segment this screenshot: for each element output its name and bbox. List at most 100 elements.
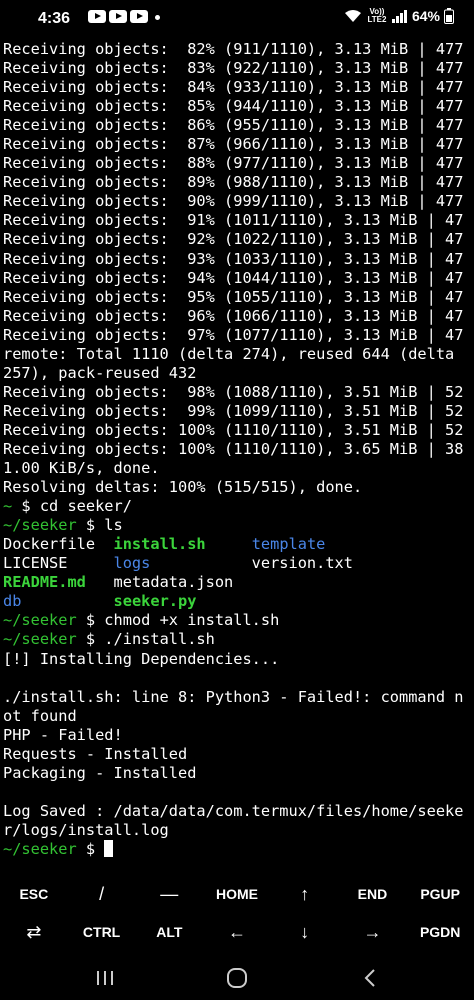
terminal-text: Receiving objects: 83% (922/1110), 3.13 … (3, 59, 464, 78)
prompt-path: ~/seeker (3, 630, 86, 649)
extra-keys-row-1: ESC / — HOME ↑ END PGUP (0, 875, 474, 913)
key-up-arrow[interactable]: ↑ (271, 875, 339, 913)
terminal-line: Receiving objects: 85% (944/1110), 3.13 … (3, 97, 471, 116)
recents-icon[interactable] (90, 966, 120, 990)
terminal-line: Requests - Installed (3, 745, 471, 764)
terminal-text: $ chmod +x install.sh (85, 611, 280, 630)
terminal-text: version.txt (150, 554, 353, 573)
terminal-line: Receiving objects: 99% (1099/1110), 3.51… (3, 402, 471, 421)
back-icon[interactable] (355, 966, 385, 990)
key-end[interactable]: END (339, 875, 407, 913)
terminal-text: Receiving objects: 86% (955/1110), 3.13 … (3, 116, 464, 135)
terminal-line: Receiving objects: 95% (1055/1110), 3.13… (3, 288, 471, 307)
terminal-text: Dockerfile (3, 535, 114, 554)
terminal-line: ~/seeker $ chmod +x install.sh (3, 611, 471, 630)
terminal-line: Receiving objects: 100% (1110/1110), 3.6… (3, 440, 471, 459)
navigation-bar (0, 958, 474, 1000)
terminal-text: README.md (3, 573, 86, 592)
terminal-line: Packaging - Installed (3, 764, 471, 783)
terminal-line: Receiving objects: 83% (922/1110), 3.13 … (3, 59, 471, 78)
terminal-line: Log Saved : /data/data/com.termux/files/… (3, 802, 471, 821)
terminal-text: $ cd seeker/ (21, 497, 132, 516)
terminal-text: Receiving objects: 98% (1088/1110), 3.51… (3, 382, 464, 401)
terminal-line: Receiving objects: 87% (966/1110), 3.13 … (3, 135, 471, 154)
extra-keys-bar: ESC / — HOME ↑ END PGUP ⇄ CTRL ALT ← ↓ → PGDN (0, 875, 474, 955)
status-bar: 4:36 Vo)) LTE2 64% (0, 0, 474, 38)
terminal-line: ~/seeker $ ls (3, 516, 471, 535)
terminal-line: Receiving objects: 88% (977/1110), 3.13 … (3, 154, 471, 173)
network-type-label: Vo)) LTE2 (367, 7, 387, 24)
terminal-text: $ ls (85, 516, 123, 535)
terminal-line: remote: Total 1110 (delta 274), reused 6… (3, 345, 471, 364)
terminal-line: Receiving objects: 91% (1011/1110), 3.13… (3, 211, 471, 230)
terminal-line: 257), pack-reused 432 (3, 364, 471, 383)
key-home[interactable]: HOME (203, 875, 271, 913)
terminal-text: [!] Installing Dependencies... (3, 649, 280, 668)
terminal-line: [!] Installing Dependencies... (3, 650, 471, 669)
key-ctrl[interactable]: CTRL (68, 913, 136, 951)
terminal-line: 1.00 KiB/s, done. (3, 459, 471, 478)
terminal-text: logs (113, 554, 151, 573)
terminal-line: ~ $ cd seeker/ (3, 497, 471, 516)
key-slash[interactable]: / (68, 875, 136, 913)
home-icon[interactable] (222, 966, 252, 990)
terminal-text: ./install.sh: line 8: Python3 - Failed!:… (3, 687, 464, 706)
terminal-text: Receiving objects: 94% (1044/1110), 3.13… (3, 268, 464, 287)
status-time: 4:36 (38, 10, 71, 27)
terminal-text: Receiving objects: 99% (1099/1110), 3.51… (3, 401, 464, 420)
terminal-text: Receiving objects: 92% (1022/1110), 3.13… (3, 230, 464, 249)
terminal-cursor (104, 839, 114, 857)
terminal-text: Receiving objects: 87% (966/1110), 3.13 … (3, 135, 464, 154)
terminal-line: Receiving objects: 92% (1022/1110), 3.13… (3, 230, 471, 249)
terminal-line: Receiving objects: 100% (1110/1110), 3.5… (3, 421, 471, 440)
key-dash[interactable]: — (135, 875, 203, 913)
key-pgdn[interactable]: PGDN (406, 913, 474, 951)
terminal-line: Receiving objects: 93% (1033/1110), 3.13… (3, 250, 471, 269)
prompt-path: ~/seeker (3, 516, 86, 535)
notification-icons (88, 10, 160, 23)
terminal-text: Receiving objects: 90% (999/1110), 3.13 … (3, 192, 464, 211)
terminal-text: 257), pack-reused 432 (3, 363, 197, 382)
key-pgup[interactable]: PGUP (406, 875, 474, 913)
terminal-text: Receiving objects: 89% (988/1110), 3.13 … (3, 173, 464, 192)
prompt-path: ~/seeker (3, 839, 86, 858)
terminal-text: Receiving objects: 100% (1110/1110), 3.6… (3, 439, 464, 458)
terminal-text: seeker.py (113, 592, 197, 611)
terminal-text: Resolving deltas: 100% (515/515), done. (3, 478, 363, 497)
terminal-line: Receiving objects: 94% (1044/1110), 3.13… (3, 269, 471, 288)
terminal-text: remote: Total 1110 (delta 274), reused 6… (3, 344, 455, 363)
terminal-text: Receiving objects: 85% (944/1110), 3.13 … (3, 97, 464, 116)
extra-keys-row-2: ⇄ CTRL ALT ← ↓ → PGDN (0, 913, 474, 951)
key-right-arrow[interactable]: → (339, 913, 407, 951)
notification-dot-icon (155, 15, 160, 20)
terminal-text: Packaging - Installed (3, 763, 197, 782)
key-left-arrow[interactable]: ← (203, 913, 271, 951)
key-tab[interactable]: ⇄ (0, 913, 68, 951)
youtube-icon (88, 10, 106, 23)
terminal-text: Receiving objects: 95% (1055/1110), 3.13… (3, 287, 464, 306)
terminal-text: Receiving objects: 93% (1033/1110), 3.13… (3, 249, 464, 268)
terminal-line: README.md metadata.json (3, 573, 471, 592)
terminal-line: Receiving objects: 82% (911/1110), 3.13 … (3, 40, 471, 59)
key-down-arrow[interactable]: ↓ (271, 913, 339, 951)
key-alt[interactable]: ALT (135, 913, 203, 951)
terminal-text: metadata.json (85, 573, 234, 592)
terminal-text: db (3, 592, 22, 611)
terminal-text: Receiving objects: 96% (1066/1110), 3.13… (3, 306, 464, 325)
key-esc[interactable]: ESC (0, 875, 68, 913)
terminal-line: Receiving objects: 89% (988/1110), 3.13 … (3, 173, 471, 192)
terminal-line: Dockerfile install.sh template (3, 535, 471, 554)
terminal-text: Receiving objects: 97% (1077/1110), 3.13… (3, 325, 464, 344)
terminal-text: Receiving objects: 88% (977/1110), 3.13 … (3, 154, 464, 173)
terminal-text: r/logs/install.log (3, 820, 169, 839)
terminal-line: Resolving deltas: 100% (515/515), done. (3, 478, 471, 497)
battery-level: 64% (411, 8, 440, 24)
youtube-icon (130, 10, 148, 23)
terminal-text: $ ./install.sh (85, 630, 215, 649)
terminal-line: Receiving objects: 98% (1088/1110), 3.51… (3, 383, 471, 402)
youtube-icon (109, 10, 127, 23)
terminal-output[interactable]: Receiving objects: 82% (911/1110), 3.13 … (3, 40, 471, 866)
